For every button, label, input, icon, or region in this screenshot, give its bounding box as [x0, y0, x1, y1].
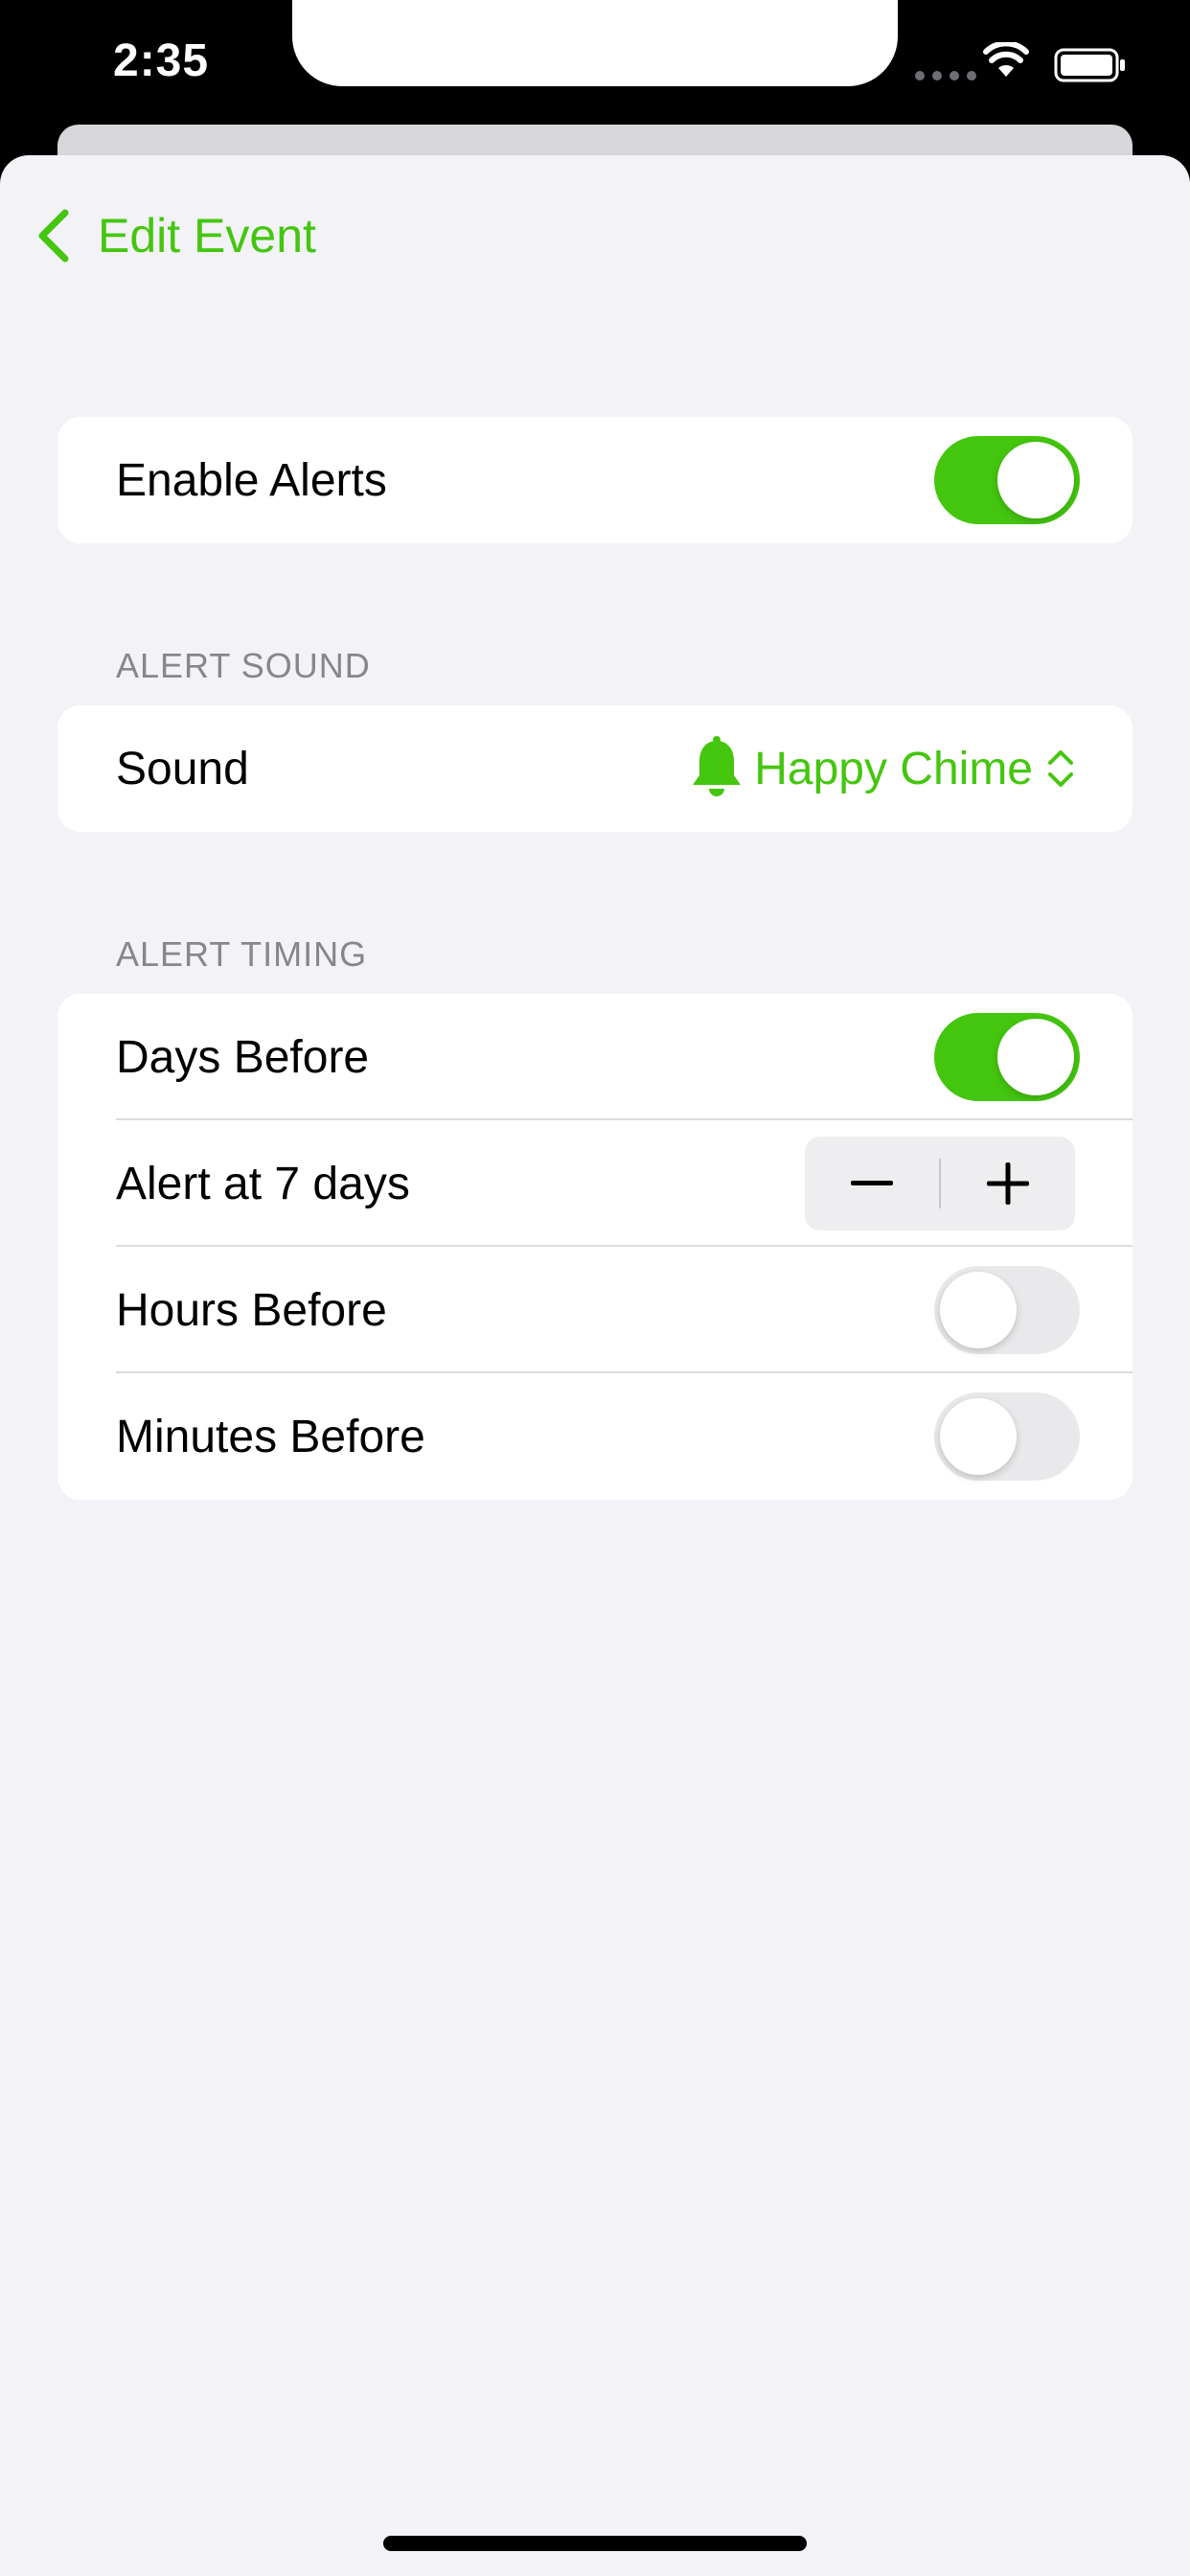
minutes-before-toggle[interactable]	[934, 1392, 1080, 1481]
days-before-label: Days Before	[116, 1031, 370, 1083]
notch	[292, 0, 898, 86]
status-time: 2:35	[113, 35, 210, 86]
sound-row[interactable]: Sound Happy Chime	[57, 705, 1133, 832]
hours-before-toggle[interactable]	[934, 1266, 1080, 1354]
enable-alerts-row: Enable Alerts	[57, 417, 1133, 543]
days-before-row: Days Before	[57, 994, 1133, 1120]
wifi-icon	[983, 42, 1029, 77]
hours-before-row: Hours Before	[57, 1247, 1133, 1373]
chevron-left-icon	[38, 209, 69, 263]
back-button[interactable]: Edit Event	[36, 209, 316, 263]
minutes-before-label: Minutes Before	[116, 1411, 425, 1462]
decrement-button[interactable]	[805, 1137, 939, 1230]
alert-timing-header: ALERT TIMING	[116, 934, 368, 974]
sound-label: Sound	[116, 743, 249, 794]
increment-button[interactable]	[941, 1137, 1075, 1230]
sound-picker[interactable]: Happy Chime	[687, 705, 1075, 832]
minus-icon	[851, 1181, 893, 1185]
enable-alerts-card: Enable Alerts	[57, 417, 1133, 543]
alert-days-row: Alert at 7 days	[57, 1120, 1133, 1247]
toggle-knob	[997, 442, 1074, 518]
toggle-knob	[940, 1398, 1017, 1475]
bell-icon	[693, 736, 742, 796]
alert-sound-header: ALERT SOUND	[116, 646, 371, 685]
alert-sound-card: Sound Happy Chime	[57, 705, 1133, 832]
battery-icon	[1054, 48, 1125, 82]
minutes-before-row: Minutes Before	[57, 1373, 1133, 1500]
sound-value: Happy Chime	[754, 743, 1033, 794]
back-button-label: Edit Event	[98, 209, 316, 263]
cellular-signal-icon	[915, 71, 976, 80]
chevron-up-down-icon	[1048, 750, 1073, 787]
days-stepper	[805, 1137, 1075, 1230]
hours-before-label: Hours Before	[116, 1284, 387, 1336]
home-indicator[interactable]	[383, 2536, 807, 2551]
enable-alerts-label: Enable Alerts	[116, 454, 387, 506]
days-before-toggle[interactable]	[934, 1013, 1080, 1101]
toggle-knob	[997, 1019, 1074, 1095]
alert-days-label: Alert at 7 days	[116, 1158, 410, 1209]
plus-icon	[987, 1162, 1029, 1205]
alert-timing-card: Days Before Alert at 7 days Hours Before	[57, 994, 1133, 1500]
enable-alerts-toggle[interactable]	[934, 436, 1080, 524]
toggle-knob	[940, 1272, 1017, 1348]
